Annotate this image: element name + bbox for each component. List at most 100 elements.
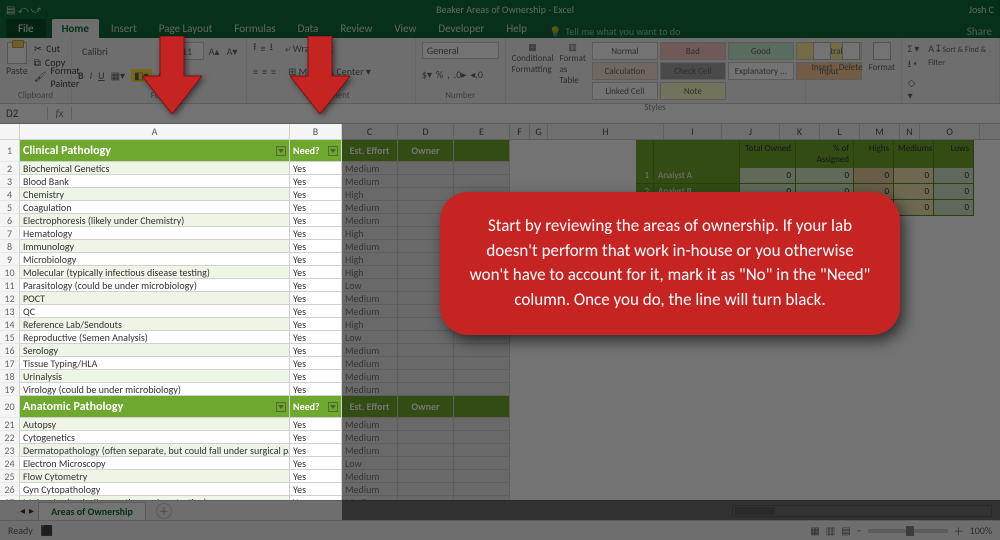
owner-cell[interactable] <box>398 331 454 344</box>
effort-cell[interactable]: Medium <box>342 470 398 483</box>
owner-cell[interactable] <box>398 431 454 444</box>
area-cell[interactable]: Biochemical Genetics <box>20 162 290 175</box>
scroll-thumb[interactable] <box>735 507 775 515</box>
need-cell[interactable]: Yes <box>290 457 342 470</box>
need-cell[interactable]: Yes <box>290 331 342 344</box>
effort-cell[interactable]: Medium <box>342 305 398 318</box>
area-cell[interactable]: Reproductive (Semen Analysis) <box>20 331 290 344</box>
align-bottom-icon[interactable]: ⭳ <box>269 40 273 57</box>
style-good[interactable]: Good <box>728 42 794 60</box>
filter-icon[interactable] <box>328 146 338 156</box>
need-cell[interactable]: Yes <box>290 318 342 331</box>
need-cell[interactable]: Yes <box>290 266 342 279</box>
area-cell[interactable]: Molecular (typically genetic oncology te… <box>20 496 290 500</box>
need-cell[interactable]: Yes <box>290 240 342 253</box>
style-bad[interactable]: Bad <box>660 42 726 60</box>
owner-cell[interactable] <box>398 162 454 175</box>
area-cell[interactable]: Flow Cytometry <box>20 470 290 483</box>
area-cell[interactable]: Virology (could be under microbiology) <box>20 383 290 396</box>
zoom-slider[interactable] <box>868 529 948 533</box>
need-cell[interactable]: Yes <box>290 305 342 318</box>
effort-cell[interactable]: Medium <box>342 214 398 227</box>
area-cell[interactable]: Chemistry <box>20 188 290 201</box>
area-cell[interactable]: Parasitology (could be under microbiolog… <box>20 279 290 292</box>
effort-cell[interactable]: Medium <box>342 370 398 383</box>
col-hdr-k[interactable]: K <box>780 124 820 139</box>
view-pagelayout-icon[interactable]: ▥ <box>826 524 835 537</box>
tab-home[interactable]: Home <box>52 19 99 38</box>
area-cell[interactable]: Electrophoresis (likely under Chemistry) <box>20 214 290 227</box>
effort-cell[interactable]: Low <box>342 457 398 470</box>
tab-help[interactable]: Help <box>496 19 537 38</box>
style-check-cell[interactable]: Check Cell <box>660 62 726 80</box>
style-calculation[interactable]: Calculation <box>592 62 658 80</box>
area-cell[interactable]: Urinalysis <box>20 370 290 383</box>
dec-decimal-icon[interactable]: ◂.0 <box>470 68 483 81</box>
need-cell[interactable]: Yes <box>290 483 342 496</box>
area-cell[interactable]: Immunology <box>20 240 290 253</box>
effort-cell[interactable]: Medium <box>342 292 398 305</box>
align-middle-icon[interactable]: ≡ <box>261 42 266 55</box>
align-left-icon[interactable]: ≡ <box>253 65 258 78</box>
need-cell[interactable]: Yes <box>290 470 342 483</box>
col-hdr-d[interactable]: D <box>398 124 454 139</box>
effort-cell[interactable]: Medium <box>342 357 398 370</box>
align-right-icon[interactable]: ≡ <box>271 65 276 78</box>
need-cell[interactable]: Yes <box>290 431 342 444</box>
owner-cell[interactable] <box>398 444 454 457</box>
need-cell[interactable]: Yes <box>290 344 342 357</box>
insert-cells-button[interactable]: Insert <box>812 42 833 73</box>
need-cell[interactable]: Yes <box>290 227 342 240</box>
col-hdr-f[interactable]: F <box>510 124 530 139</box>
effort-cell[interactable]: Medium <box>342 201 398 214</box>
number-format[interactable]: General <box>422 42 499 59</box>
style-note[interactable]: Note <box>660 82 726 100</box>
sort-filter-button[interactable]: A↧Sort & Find & Filter <box>928 42 993 68</box>
need-cell[interactable]: Yes <box>290 496 342 500</box>
area-cell[interactable]: Molecular (typically infectious disease … <box>20 266 290 279</box>
area-cell[interactable]: QC <box>20 305 290 318</box>
owner-cell[interactable] <box>398 175 454 188</box>
area-cell[interactable]: Electron Microscopy <box>20 457 290 470</box>
horizontal-scrollbar[interactable] <box>732 505 992 517</box>
style-normal[interactable]: Normal <box>592 42 658 60</box>
area-cell[interactable]: POCT <box>20 292 290 305</box>
col-hdr-a[interactable]: A <box>20 124 290 139</box>
col-hdr-m[interactable]: M <box>860 124 900 139</box>
area-cell[interactable]: Gyn Cytopathology <box>20 483 290 496</box>
effort-cell[interactable]: Medium <box>342 496 398 500</box>
need-cell[interactable]: Yes <box>290 188 342 201</box>
italic-button[interactable]: I <box>90 69 93 82</box>
need-cell[interactable]: Yes <box>290 279 342 292</box>
underline-button[interactable]: U <box>98 69 104 82</box>
percent-icon[interactable]: % <box>436 68 443 81</box>
effort-cell[interactable]: Medium <box>342 483 398 496</box>
filter-icon[interactable] <box>276 402 286 412</box>
col-hdr-i[interactable]: I <box>664 124 722 139</box>
zoom-in-icon[interactable]: ＋ <box>954 523 964 538</box>
col-hdr-j[interactable]: J <box>722 124 780 139</box>
owner-cell[interactable] <box>398 418 454 431</box>
tab-formulas[interactable]: Formulas <box>224 19 285 38</box>
area-cell[interactable]: Dermatopathology (often separate, but co… <box>20 444 290 457</box>
col-hdr-h[interactable]: H <box>548 124 664 139</box>
accounting-icon[interactable]: $▾ <box>422 68 432 81</box>
owner-cell[interactable] <box>398 470 454 483</box>
align-top-icon[interactable]: ⭱ <box>253 40 257 57</box>
effort-cell[interactable]: High <box>342 253 398 266</box>
owner-cell[interactable] <box>398 344 454 357</box>
owner-cell[interactable] <box>398 370 454 383</box>
effort-cell[interactable]: High <box>342 188 398 201</box>
select-all-corner[interactable] <box>0 124 20 139</box>
area-cell[interactable]: Serology <box>20 344 290 357</box>
owner-cell[interactable] <box>398 357 454 370</box>
area-cell[interactable]: Coagulation <box>20 201 290 214</box>
effort-cell[interactable]: Medium <box>342 162 398 175</box>
prev-sheet-icon[interactable]: ◂ <box>20 504 25 517</box>
zoom-out-icon[interactable]: − <box>857 524 862 537</box>
effort-cell[interactable]: Medium <box>342 175 398 188</box>
col-hdr-n[interactable]: N <box>900 124 920 139</box>
filter-icon[interactable] <box>276 146 286 156</box>
tell-me[interactable]: 💡Tell me what you want to do <box>549 25 680 38</box>
inc-decimal-icon[interactable]: .0▸ <box>454 68 467 81</box>
